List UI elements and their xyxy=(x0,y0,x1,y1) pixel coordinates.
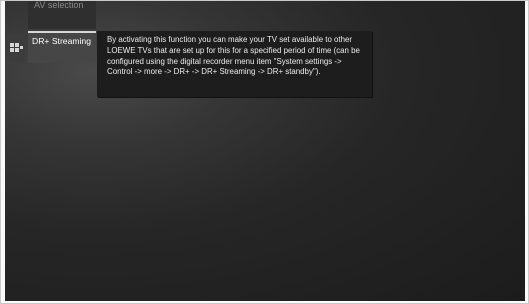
grid-menu-icon[interactable] xyxy=(7,34,25,62)
grid-square xyxy=(15,48,19,52)
grid-square xyxy=(10,43,14,47)
screenshot-frame: AV selection DR+ Streaming By activating… xyxy=(0,0,529,304)
help-tooltip: By activating this function you can make… xyxy=(97,31,372,97)
tooltip-text: By activating this function you can make… xyxy=(107,35,360,77)
menu-column: AV selection DR+ Streaming xyxy=(28,1,96,63)
menu-item-label: DR+ Streaming xyxy=(32,36,91,46)
grid-square xyxy=(15,43,19,47)
tv-screen: AV selection DR+ Streaming By activating… xyxy=(5,1,525,301)
grid-square xyxy=(20,46,23,49)
menu-item-av-selection[interactable]: AV selection xyxy=(28,1,96,29)
menu-item-dr-streaming[interactable]: DR+ Streaming xyxy=(28,31,96,63)
grid-square xyxy=(10,48,14,52)
menu-item-label: AV selection xyxy=(34,1,84,10)
